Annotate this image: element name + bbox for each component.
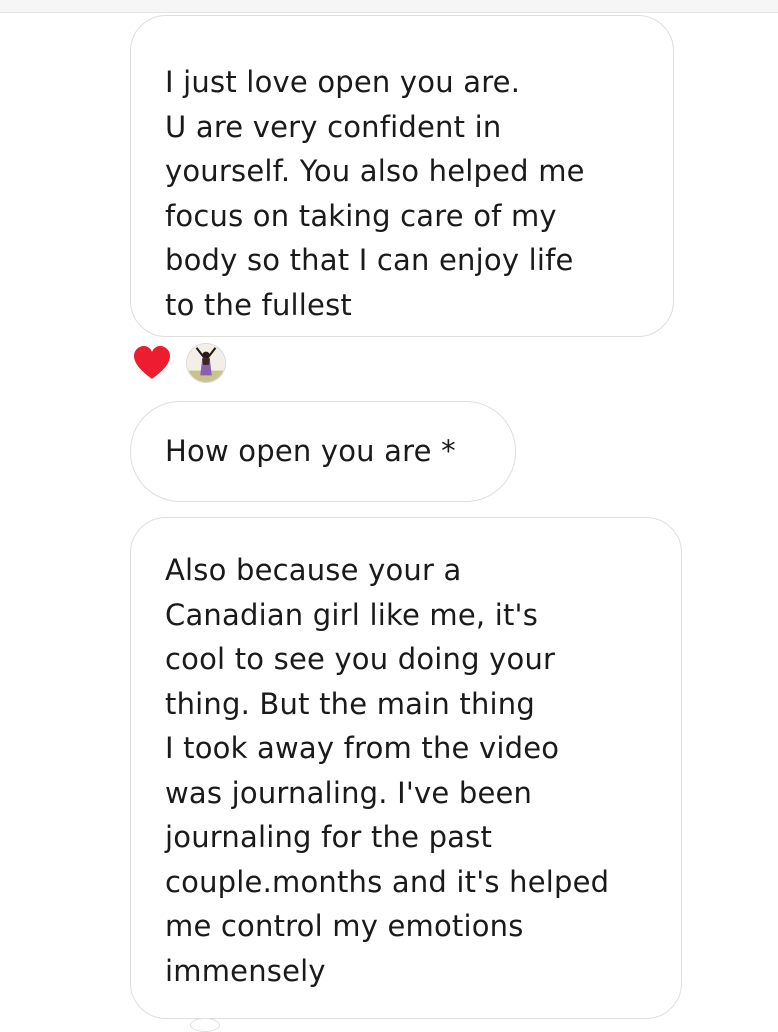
- heart-icon[interactable]: [130, 341, 174, 385]
- message-text: How open you are *: [165, 434, 456, 468]
- message-text: I just love open you are. U are very con…: [165, 65, 585, 322]
- next-reaction-peek: [190, 1018, 220, 1032]
- message-bubble[interactable]: Also because your a Canadian girl like m…: [130, 517, 682, 1019]
- message-bubble[interactable]: How open you are *: [130, 401, 516, 502]
- top-edge-divider: [0, 0, 778, 13]
- message-bubble[interactable]: I just love open you are. U are very con…: [130, 15, 674, 337]
- message-reactions[interactable]: [130, 341, 226, 385]
- message-text: Also because your a Canadian girl like m…: [165, 553, 610, 988]
- reactor-avatar[interactable]: [186, 343, 226, 383]
